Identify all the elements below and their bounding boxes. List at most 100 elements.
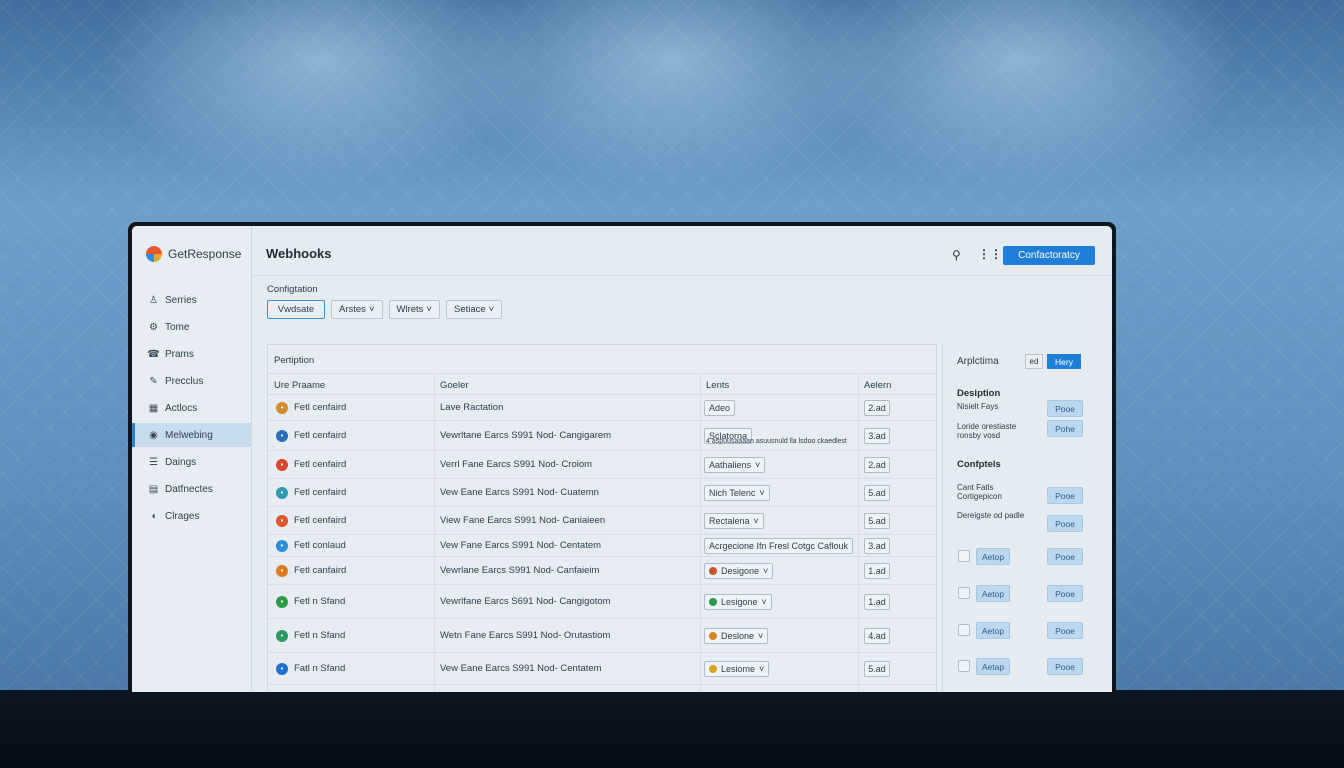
chevron-down-icon: ˅ [761, 597, 767, 607]
row-checkbox[interactable] [958, 587, 970, 599]
sidebar-item[interactable]: ▤ Datfnectes [132, 477, 252, 501]
select-value: Aathaliens [709, 460, 752, 470]
row-checkbox[interactable] [958, 660, 970, 672]
primary-action-button[interactable]: Confactoratcy [1003, 246, 1095, 265]
sidebar-item[interactable]: ♙ Serries [132, 288, 252, 312]
check-row-action-button[interactable]: Aetop [976, 585, 1010, 602]
table-row[interactable]: • Fetl n Sfand Wetn Fane Earcs S991 Nod- O… [268, 619, 938, 653]
brand-logo-icon [146, 246, 162, 262]
column-header-lents[interactable]: Lents [706, 380, 729, 391]
table-row[interactable]: • Fetl canfaird Vewrlane Earcs S991 Nod- C… [268, 557, 938, 585]
sidebar-item[interactable]: ◉ Melwebing [132, 423, 252, 447]
webhook-goeler: Vew Eane Earcs S991 Nod- Cuatemn [440, 487, 599, 498]
select-value: Acrgecione Ifn Fresl Cotgc Caflouk [709, 541, 849, 551]
table-row[interactable]: • Fetl conlaud Vew Fane Earcs S991 Nod- Ce… [268, 535, 938, 557]
table-title: Pertiption [274, 355, 315, 366]
row-select[interactable]: Lesiome ˅ [704, 661, 770, 677]
chevron-down-icon: ˅ [763, 566, 769, 576]
column-header-name[interactable]: Ure Praame [274, 380, 325, 391]
row-select[interactable]: Nich Telenc ˅ [704, 485, 770, 501]
table-row[interactable]: • Fatl n Sfand Vew Eane Earcs S991 Nod- Ce… [268, 653, 938, 685]
table-row[interactable]: • Fetl cenfaird View Fane Earcs S991 Nod- … [268, 507, 938, 535]
row-select[interactable]: Aathaliens ˅ [704, 457, 766, 473]
sidebar-item-label: Datfnectes [165, 483, 213, 495]
row-value[interactable]: 1.ad [864, 563, 890, 579]
row-select[interactable]: Acrgecione Ifn Fresl Cotgc Caflouk [704, 538, 854, 554]
row-select[interactable]: Rectalena ˅ [704, 513, 764, 529]
check-row-secondary-button[interactable]: Pooe [1047, 548, 1083, 565]
webhook-status-icon: • [276, 596, 288, 608]
sidebar-item-label: Serries [165, 294, 197, 306]
chevron-down-icon: ˅ [368, 304, 375, 315]
filter-button[interactable]: Setiace ˅ [445, 300, 503, 319]
search-icon[interactable]: ⚲ [952, 248, 961, 262]
brand[interactable]: GetResponse [146, 246, 241, 262]
chevron-down-icon: ˅ [758, 631, 764, 641]
sidebar-item[interactable]: ☰ Daings [132, 450, 252, 474]
row-checkbox[interactable] [958, 624, 970, 636]
webhook-name: Fatl n Sfand [294, 663, 346, 674]
row-value[interactable]: 3.ad [864, 428, 890, 444]
monitor-frame: GetResponse ♙ Serries ⚙ Tome ☎ Prams ✎ Precclus… [128, 222, 1116, 692]
row-value[interactable]: 5.ad [864, 661, 890, 677]
table-row[interactable]: • Fetl cenfaird Vew Eane Earcs S991 Nod- C… [268, 479, 938, 507]
check-row-action-button[interactable]: Aetop [976, 622, 1010, 639]
toggle-option-b[interactable]: Hery [1047, 354, 1081, 369]
column-header-aelern[interactable]: Aelern [864, 380, 891, 391]
toggle-option-a[interactable]: ed [1025, 354, 1043, 369]
row-value[interactable]: 3.ad [864, 538, 890, 554]
check-row-secondary-button[interactable]: Pooe [1047, 622, 1083, 639]
column-header-goeler[interactable]: Goeler [440, 380, 469, 391]
config-action-button[interactable]: Pooe [1047, 515, 1083, 532]
row-select[interactable]: Desigone ˅ [704, 563, 774, 579]
more-options-icon[interactable]: ⋮⋮ [978, 247, 1002, 261]
description-action-button[interactable]: Pooe [1047, 400, 1083, 417]
check-row-action-button[interactable]: Aetap [976, 658, 1010, 675]
sidebar-item-label: Precclus [165, 375, 204, 387]
row-value[interactable]: 4.ad [864, 628, 890, 644]
select-extra-text: 4 aspuusaaaan asuusnuld lla lsdoo ckaedl… [706, 438, 847, 445]
select-value: Lesigone [721, 597, 758, 607]
description-action-button[interactable]: Pohe [1047, 420, 1083, 437]
webhook-name: Fetl cenfaird [294, 402, 347, 413]
webhook-goeler: Vew Eane Earcs S991 Nod- Centatem [440, 663, 602, 674]
config-heading: Confptels [957, 459, 1001, 470]
check-row-secondary-button[interactable]: Pooe [1047, 658, 1083, 675]
table-row[interactable]: • Fetl cenfaird Verrl Fane Earcs S991 Nod-… [268, 451, 938, 479]
sidebar-item-label: Prams [165, 348, 194, 360]
filter-button[interactable]: Wlrets ˅ [388, 300, 440, 319]
select-value: Deslone [721, 631, 755, 641]
check-row-action-button[interactable]: Aetop [976, 548, 1010, 565]
sidebar-item[interactable]: ☎ Prams [132, 342, 252, 366]
sidebar-item[interactable]: ◖ Clrages [132, 504, 252, 528]
filter-button[interactable]: Arstes ˅ [331, 300, 383, 319]
row-value[interactable]: 1.ad [864, 594, 890, 610]
webhook-name: Fetl n Sfand [294, 596, 346, 607]
row-select[interactable]: Lesigone ˅ [704, 594, 772, 610]
table-row[interactable]: • Fetl n Sfand Vewrlfane Earcs S691 Nod- C… [268, 585, 938, 619]
row-value[interactable]: 2.ad [864, 400, 890, 416]
select-value: Rectalena [709, 516, 750, 526]
row-select[interactable]: Deslone ˅ [704, 628, 769, 644]
sidebar-item[interactable]: ▦ Actlocs [132, 396, 252, 420]
filter-button[interactable]: Vwdsate [267, 300, 325, 319]
webhook-goeler: Lave Ractation [440, 402, 504, 413]
row-checkbox[interactable] [958, 550, 970, 562]
table-header: Ure Praame Goeler Lents Aelern [268, 373, 938, 395]
row-value[interactable]: 2.ad [864, 457, 890, 473]
config-text: Cant Fatls Cortigepicon [957, 483, 1002, 501]
webhook-goeler: Vewrlane Earcs S991 Nod- Canfaieim [440, 565, 600, 576]
header: Webhooks ⚲ ⋮⋮ Confactoratcy [252, 226, 1112, 276]
row-value[interactable]: 5.ad [864, 485, 890, 501]
check-row-secondary-button[interactable]: Pooe [1047, 585, 1083, 602]
row-value[interactable]: 5.ad [864, 513, 890, 529]
table-row[interactable]: • Fetl cenfaird Lave Ractation Adeo 2.ad [268, 395, 938, 421]
status-dot-icon [709, 567, 717, 575]
sidebar-item[interactable]: ⚙ Tome [132, 315, 252, 339]
sidebar-item[interactable]: ✎ Precclus [132, 369, 252, 393]
table-row[interactable]: • Fetl cenfaird Vewrltane Earcs S991 Nod- … [268, 421, 938, 451]
row-select[interactable]: Adeo [704, 400, 736, 416]
config-action-button[interactable]: Pooe [1047, 487, 1083, 504]
webhook-name: Fetl cenfaird [294, 487, 347, 498]
webhook-goeler: Vewrlfane Earcs S691 Nod- Cangigotom [440, 596, 611, 607]
